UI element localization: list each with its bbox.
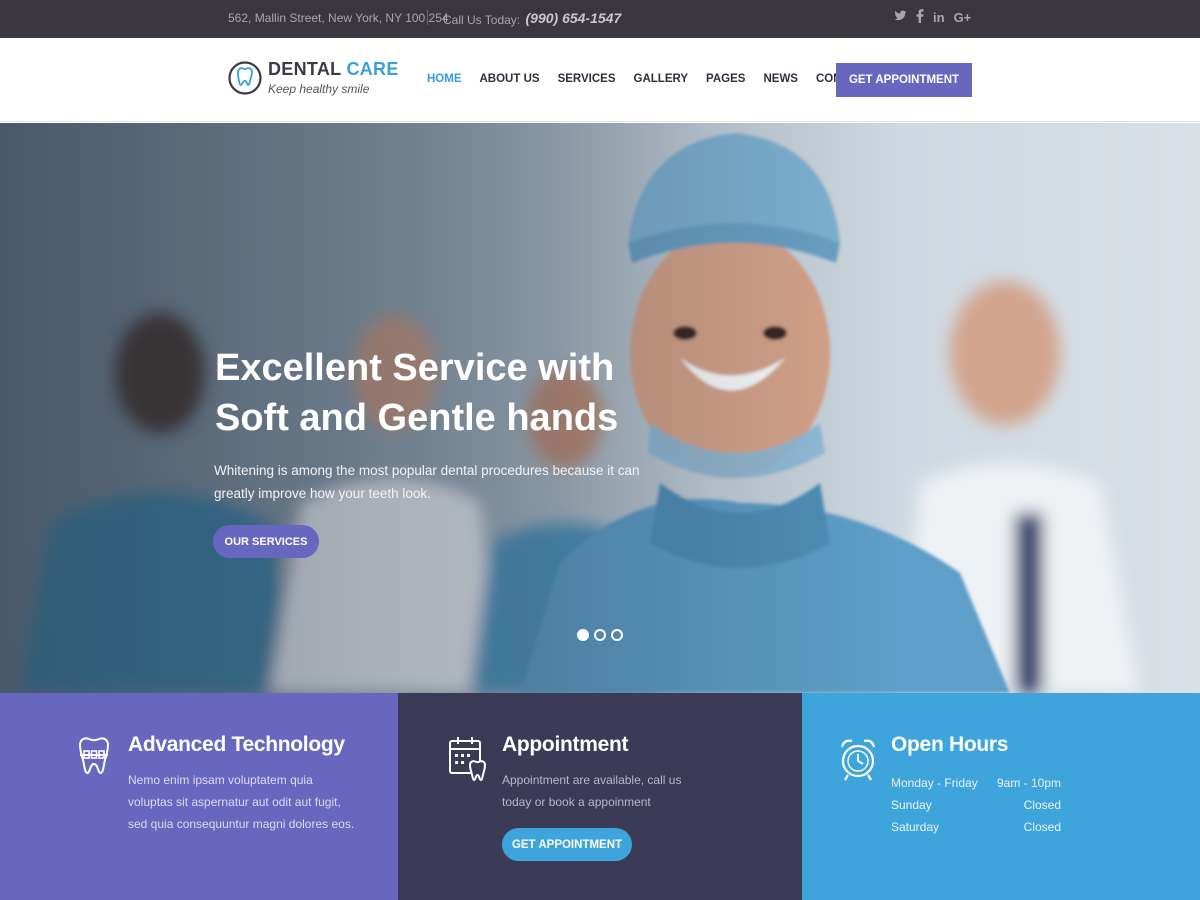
feature-appointment: Appointment Appointment are available, c… [398,693,802,900]
nav-gallery[interactable]: GALLERY [634,73,689,85]
divider [427,10,428,25]
hours-day: Monday - Friday [891,776,978,790]
hours-row: Sunday Closed [891,794,1061,816]
slider-dot-3[interactable] [611,629,623,641]
hero-title: Excellent Service with Soft and Gentle h… [215,347,619,439]
brand-name-part1: DENTAL [268,59,342,79]
feature-advanced-technology: Advanced Technology Nemo enim ipsam volu… [0,693,398,900]
address-text: 562, Mallin Street, New York, NY 100 254 [228,11,449,25]
nav-home[interactable]: HOME [427,73,462,85]
social-links: in G+ [894,9,971,27]
get-appointment-button-secondary[interactable]: GET APPOINTMENT [502,828,632,861]
feature-title: Open Hours [891,733,1009,756]
brand-name[interactable]: DENTAL CARE [268,59,399,80]
feature-text: Nemo enim ipsam voluptatem quia voluptas… [128,773,355,831]
features-row: Advanced Technology Nemo enim ipsam volu… [0,693,1200,900]
tooth-logo-icon[interactable] [228,57,262,99]
call-label: Call Us Today: [443,13,521,27]
our-services-button[interactable]: OUR SERVICES [213,525,319,558]
nav-about-us[interactable]: ABOUT US [480,73,540,85]
slider-dot-1[interactable] [577,629,589,641]
brand-name-part2: CARE [346,59,399,79]
facebook-icon[interactable] [916,9,924,27]
hero-slider: Excellent Service with Soft and Gentle h… [0,123,1200,693]
hours-day: Sunday [891,798,932,812]
slider-dots [577,629,623,641]
brand-tagline: Keep healthy smile [268,82,370,96]
hours-row: Saturday Closed [891,816,1061,838]
linkedin-icon[interactable]: in [933,9,945,27]
nav-pages[interactable]: PAGES [706,73,745,85]
feature-title: Advanced Technology [128,733,345,756]
feature-text: Appointment are available, call us today… [502,773,682,809]
top-bar: 562, Mallin Street, New York, NY 100 254… [0,0,1200,38]
hours-time: 9am - 10pm [996,776,1061,790]
alarm-clock-icon [840,739,876,781]
call-us: Call Us Today: (990) 654-1547 [443,10,622,27]
calendar-tooth-icon [449,737,487,782]
feature-title: Appointment [502,733,629,756]
phone-number[interactable]: (990) 654-1547 [526,10,622,26]
hours-time: Closed [1023,820,1061,834]
site-header: DENTAL CARE Keep healthy smile HOME ABOU… [0,38,1200,122]
hours-row: Monday - Friday 9am - 10pm [891,772,1061,794]
twitter-icon[interactable] [894,9,907,27]
feature-open-hours: Open Hours Monday - Friday 9am - 10pm Su… [802,693,1200,900]
slider-dot-2[interactable] [594,629,606,641]
nav-news[interactable]: NEWS [763,73,798,85]
hours-time: Closed [1023,798,1061,812]
get-appointment-button[interactable]: GET APPOINTMENT [836,63,972,97]
nav-services[interactable]: SERVICES [558,73,616,85]
hours-table: Monday - Friday 9am - 10pm Sunday Closed… [891,772,1061,838]
google-plus-icon[interactable]: G+ [954,9,972,27]
tooth-braces-icon [78,737,110,775]
hours-day: Saturday [891,820,940,834]
hero-text: Whitening is among the most popular dent… [214,463,640,501]
